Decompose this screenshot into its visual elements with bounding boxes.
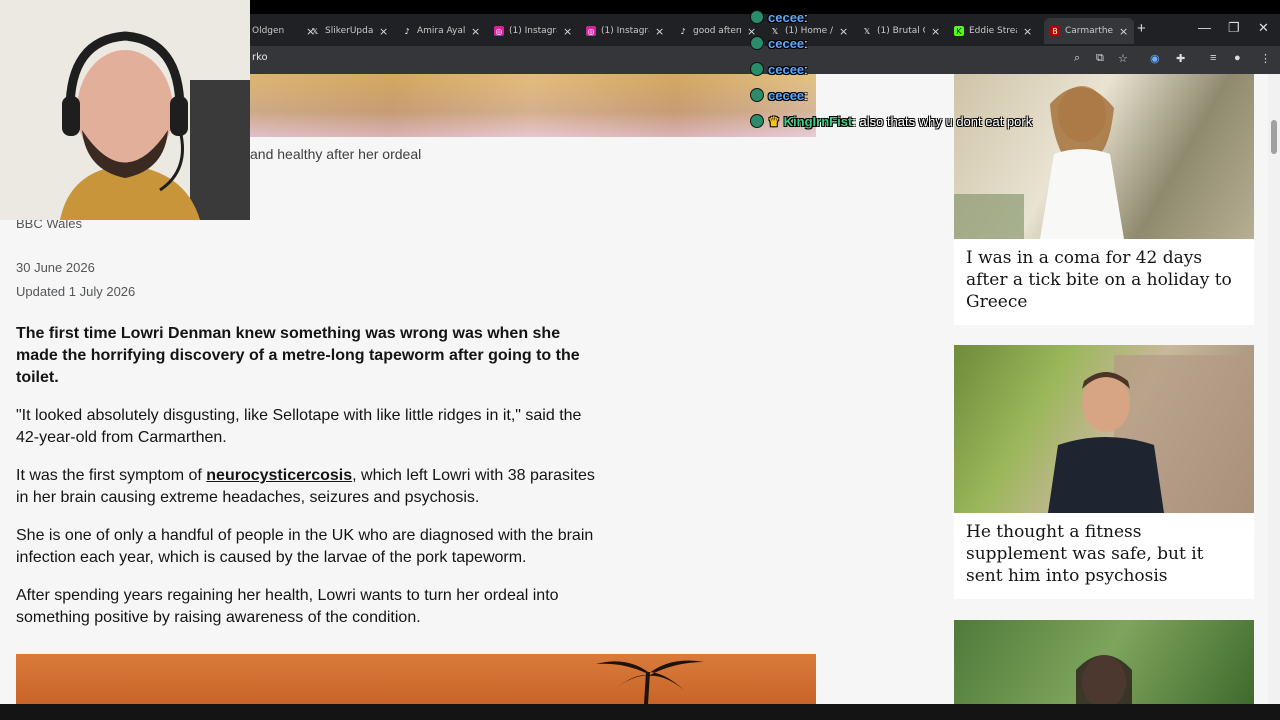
story-thumbnail xyxy=(954,74,1254,239)
close-icon[interactable]: × xyxy=(471,25,480,38)
x-logo-icon: 𝕏 xyxy=(771,26,779,36)
x-logo-icon: 𝕏 xyxy=(311,26,319,36)
crown-icon: ♛ xyxy=(768,114,780,129)
close-icon[interactable]: × xyxy=(655,25,664,38)
article-hero-image xyxy=(250,74,816,137)
related-story-card-3[interactable] xyxy=(954,620,1254,704)
chat-badge-icon xyxy=(750,62,764,76)
extension-audio-icon[interactable]: ◉ xyxy=(1150,52,1160,65)
story-headline[interactable]: I was in a coma for 42 days after a tick… xyxy=(954,239,1254,325)
tab-oldgen[interactable]: Oldgen × xyxy=(252,20,315,42)
article-paragraph-1: "It looked absolutely disgusting, like S… xyxy=(16,407,582,446)
related-story-card-1[interactable]: I was in a coma for 42 days after a tick… xyxy=(954,74,1254,325)
tab-amira-ayal[interactable]: ♪ Amira Ayal × xyxy=(402,20,480,42)
article-paragraph-4: After spending years regaining her healt… xyxy=(16,587,559,626)
tab-instagram-2[interactable]: ◎(1) Instagram× xyxy=(586,20,664,42)
neurocysticercosis-link[interactable]: neurocysticercosis xyxy=(206,467,352,484)
tab-slikerupdate[interactable]: 𝕏SlikerUpdate× xyxy=(310,20,388,42)
minimize-icon[interactable]: — xyxy=(1198,20,1211,35)
chat-badge-icon xyxy=(750,10,764,24)
chat-badge-icon xyxy=(750,36,764,50)
url-field[interactable]: rko xyxy=(252,52,268,63)
chat-message: cecee: xyxy=(750,62,808,77)
screen-bottom-edge xyxy=(0,704,1280,720)
chat-badge-icon xyxy=(750,88,764,102)
tab-instagram-1[interactable]: ◎(1) Instagram× xyxy=(494,20,572,42)
install-app-icon[interactable]: ⧉ xyxy=(1096,52,1104,65)
new-tab-icon[interactable]: + xyxy=(1137,20,1146,37)
close-icon[interactable]: × xyxy=(1119,25,1128,38)
tiktok-icon: ♪ xyxy=(680,26,686,36)
media-control-icon[interactable]: ≡ xyxy=(1210,52,1216,64)
image-caption: and healthy after her ordeal xyxy=(250,146,422,162)
close-icon[interactable]: × xyxy=(931,25,940,38)
zoom-icon[interactable]: ⌕ xyxy=(1074,52,1080,65)
restore-icon[interactable]: ❐ xyxy=(1228,20,1240,36)
chat-message: ♛ KingIrnFist: also thats why u dont eat … xyxy=(750,114,1032,130)
article-sunset-image xyxy=(16,654,816,704)
instagram-icon: ◎ xyxy=(586,26,596,36)
article-paragraph-3: She is one of only a handful of people i… xyxy=(16,527,594,566)
window-close-icon[interactable]: ✕ xyxy=(1258,20,1269,36)
tiktok-icon: ♪ xyxy=(404,26,410,36)
x-logo-icon: 𝕏 xyxy=(863,26,871,36)
story-headline[interactable]: He thought a fitness supplement was safe… xyxy=(954,513,1254,599)
close-icon[interactable]: × xyxy=(839,25,848,38)
chat-message: cecee: xyxy=(750,88,808,103)
story-thumbnail xyxy=(954,345,1254,513)
close-icon[interactable]: × xyxy=(1023,25,1032,38)
updated-date: Updated 1 July 2026 xyxy=(16,284,136,299)
tab-carmarthen[interactable]: BCarmarthen× xyxy=(1044,18,1135,44)
tab-eddie-stream[interactable]: KEddie Stream× xyxy=(954,20,1032,42)
bbc-icon: B xyxy=(1050,26,1060,36)
article-lead: The first time Lowri Denman knew somethi… xyxy=(16,325,580,386)
publish-date: 30 June 2026 xyxy=(16,260,95,275)
chat-message: cecee: xyxy=(750,10,808,25)
chat-message: cecee: xyxy=(750,36,808,51)
palm-tree-silhouette xyxy=(596,660,704,704)
tab-good-afternoon[interactable]: ♪good afterno× xyxy=(678,20,756,42)
profile-avatar-icon[interactable]: ● xyxy=(1234,52,1241,64)
story-thumbnail xyxy=(954,620,1254,704)
article-paragraph-2: It was the first symptom of neurocystice… xyxy=(16,467,595,506)
instagram-icon: ◎ xyxy=(494,26,504,36)
extensions-icon[interactable]: ✚ xyxy=(1176,52,1185,65)
close-icon[interactable]: × xyxy=(563,25,572,38)
kick-icon: K xyxy=(954,26,964,36)
chat-badge-icon xyxy=(750,114,764,128)
scrollbar-thumb[interactable] xyxy=(1271,120,1277,154)
page-scrollbar[interactable] xyxy=(1268,74,1280,704)
related-story-card-2[interactable]: He thought a fitness supplement was safe… xyxy=(954,345,1254,599)
close-icon[interactable]: × xyxy=(379,25,388,38)
menu-dots-icon[interactable]: ⋮ xyxy=(1260,52,1271,65)
tab-brutal-cl[interactable]: 𝕏(1) Brutal Cl× xyxy=(862,20,940,42)
streamer-webcam xyxy=(0,0,250,220)
bookmark-star-icon[interactable]: ☆ xyxy=(1118,52,1128,65)
